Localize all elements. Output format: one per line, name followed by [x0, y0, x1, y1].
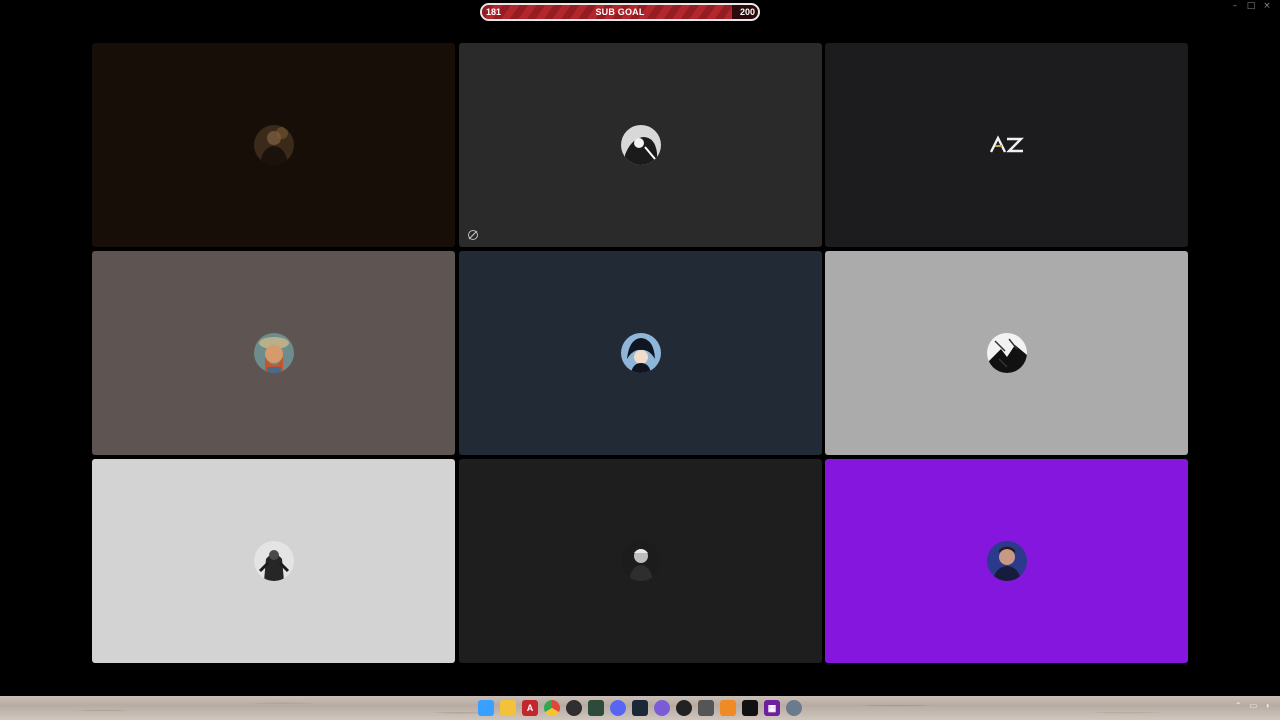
participant-avatar: [253, 333, 294, 373]
discord-icon[interactable]: [610, 700, 626, 716]
participant-tile[interactable]: [459, 459, 822, 663]
mouse-app-icon[interactable]: [698, 700, 714, 716]
close-button[interactable]: ×: [1262, 1, 1272, 11]
participant-tile[interactable]: [825, 251, 1188, 455]
az-logo-icon: [987, 135, 1027, 155]
app-window: – □ × 181 SUB GOAL 200: [0, 0, 1280, 696]
minimize-button[interactable]: –: [1230, 1, 1240, 11]
participant-avatar: [620, 125, 661, 165]
tray-volume-icon[interactable]: ◖: [1265, 701, 1270, 710]
participant-tile[interactable]: [459, 43, 822, 247]
participant-tile[interactable]: [92, 43, 455, 247]
participant-avatar: [620, 541, 661, 581]
participant-avatar: [986, 541, 1027, 581]
sub-goal-label: SUB GOAL: [595, 7, 645, 17]
stream-deck-icon[interactable]: ▦: [764, 700, 780, 716]
circle-g-icon[interactable]: [676, 700, 692, 716]
participant-tile[interactable]: [825, 43, 1188, 247]
taskbar: A ▦ ⌃ ▭ ◖: [0, 696, 1280, 720]
participant-tile[interactable]: [92, 251, 455, 455]
steam-icon[interactable]: [632, 700, 648, 716]
participant-avatar: [253, 541, 294, 581]
chat-app-icon[interactable]: [654, 700, 670, 716]
system-tray: ⌃ ▭ ◖: [1235, 701, 1270, 710]
muted-video-icon: [467, 229, 479, 241]
settings-gear-icon[interactable]: [786, 700, 802, 716]
participant-avatar: [986, 333, 1027, 373]
tray-chevron-icon[interactable]: ⌃: [1235, 701, 1242, 710]
terminal-icon[interactable]: [588, 700, 604, 716]
taskbar-app-icons: A ▦: [478, 700, 802, 716]
flame-app-icon[interactable]: [720, 700, 736, 716]
participant-avatar: [620, 333, 661, 373]
tray-network-icon[interactable]: ▭: [1250, 701, 1258, 710]
sub-goal-target: 200: [739, 7, 755, 17]
participant-tile[interactable]: [459, 251, 822, 455]
participant-avatar: [253, 125, 294, 165]
participant-tile[interactable]: [92, 459, 455, 663]
participant-tile[interactable]: [825, 459, 1188, 663]
window-controls: – □ ×: [1230, 1, 1272, 11]
vr-goggles-icon[interactable]: [742, 700, 758, 716]
acrobat-icon[interactable]: A: [522, 700, 538, 716]
file-explorer-icon[interactable]: [500, 700, 516, 716]
windows-start-icon[interactable]: [478, 700, 494, 716]
obs-icon[interactable]: [566, 700, 582, 716]
chrome-icon[interactable]: [544, 700, 560, 716]
maximize-button[interactable]: □: [1246, 1, 1256, 11]
sub-goal-bar: 181 SUB GOAL 200: [480, 3, 760, 21]
